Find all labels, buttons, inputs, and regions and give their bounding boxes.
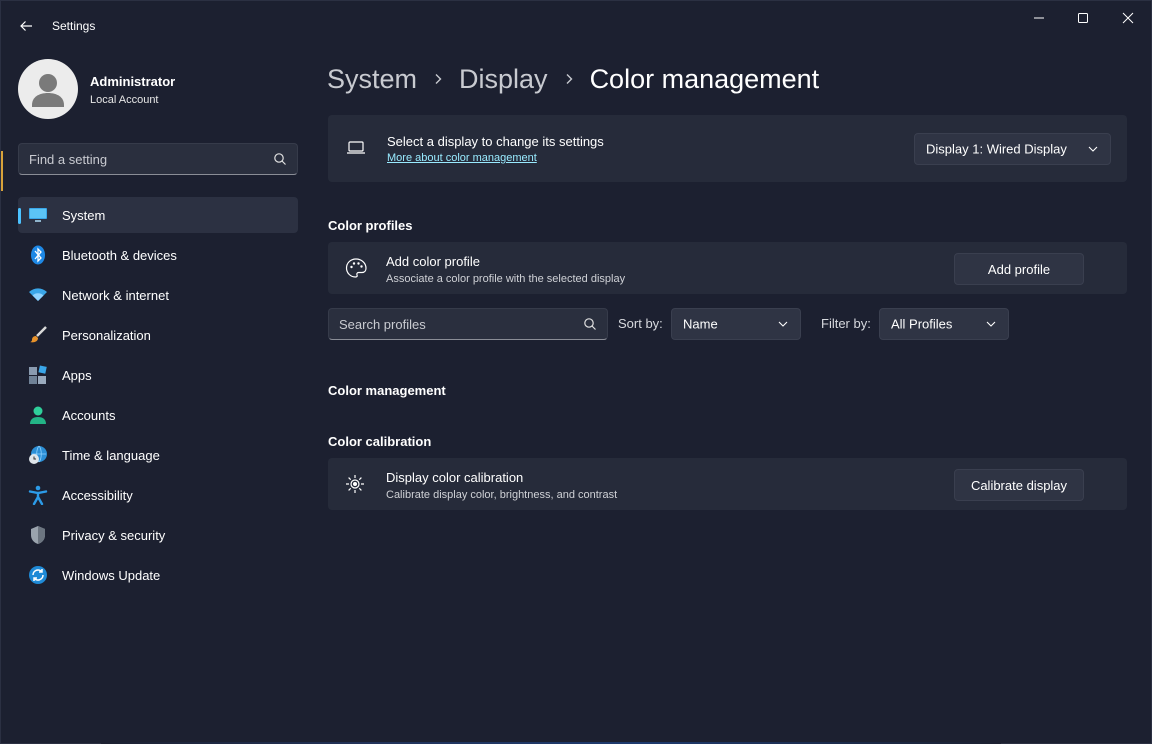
sidebar-item-bluetooth[interactable]: Bluetooth & devices	[18, 237, 298, 273]
sidebar-item-personalization[interactable]: Personalization	[18, 317, 298, 353]
sort-by-label: Sort by:	[618, 316, 663, 331]
calibration-title: Display color calibration	[386, 470, 524, 485]
selection-indicator	[18, 208, 21, 224]
sidebar-item-accounts[interactable]: Accounts	[18, 397, 298, 433]
apps-icon	[28, 365, 48, 385]
shield-icon	[28, 525, 48, 545]
sidebar-item-time-language[interactable]: Time & language	[18, 437, 298, 473]
color-management-heading: Color management	[328, 383, 446, 398]
avatar	[18, 59, 78, 119]
window-edge-accent	[1, 151, 3, 191]
sidebar-item-label: Apps	[62, 368, 92, 383]
laptop-icon	[346, 140, 366, 156]
update-icon	[28, 565, 48, 585]
search-icon[interactable]	[273, 152, 287, 171]
sidebar-item-apps[interactable]: Apps	[18, 357, 298, 393]
add-color-profile-subtitle: Associate a color profile with the selec…	[386, 273, 626, 285]
filter-dropdown-value: All Profiles	[891, 316, 953, 332]
brush-icon	[28, 325, 48, 345]
display-select-title: Select a display to change its settings	[387, 134, 604, 149]
title-bar: Settings	[1, 1, 1151, 49]
user-profile[interactable]: Administrator Local Account	[18, 59, 298, 119]
maximize-button[interactable]	[1060, 1, 1106, 35]
color-calibration-card: Display color calibration Calibrate disp…	[328, 458, 1127, 510]
breadcrumb-display[interactable]: Display	[459, 64, 548, 95]
color-management-link[interactable]: More about color management	[387, 152, 537, 164]
sort-dropdown[interactable]: Name	[671, 308, 801, 340]
bluetooth-icon	[28, 245, 48, 265]
sidebar-nav: System Bluetooth & devices Network & int…	[18, 197, 298, 597]
palette-icon	[345, 258, 367, 278]
sidebar-item-network[interactable]: Network & internet	[18, 277, 298, 313]
add-color-profile-card: Add color profile Associate a color prof…	[328, 242, 1127, 294]
sidebar-item-label: Accounts	[62, 408, 116, 423]
globe-clock-icon	[28, 445, 48, 465]
calibration-subtitle: Calibrate display color, brightness, and…	[386, 489, 618, 501]
accessibility-icon	[28, 485, 48, 505]
display-dropdown-value: Display 1: Wired Display	[926, 141, 1067, 157]
close-button[interactable]	[1105, 1, 1151, 35]
minimize-icon	[1034, 17, 1044, 19]
user-avatar-icon	[32, 74, 64, 107]
search-profiles-input[interactable]	[329, 309, 579, 339]
person-icon	[28, 405, 48, 425]
user-name: Administrator	[90, 74, 176, 89]
chevron-down-icon	[778, 321, 788, 327]
close-icon	[1122, 12, 1134, 24]
settings-window: Settings Administrator Local Account Fin…	[0, 0, 1152, 744]
sidebar-item-label: Time & language	[62, 448, 160, 463]
breadcrumb-system[interactable]: System	[327, 64, 417, 95]
sidebar-item-label: Bluetooth & devices	[62, 248, 177, 263]
calibrate-display-button[interactable]: Calibrate display	[954, 469, 1084, 501]
page-title: Color management	[589, 63, 820, 94]
chevron-right-icon	[433, 73, 443, 85]
chevron-down-icon	[1088, 146, 1098, 152]
user-account-type: Local Account	[90, 94, 159, 106]
color-profiles-heading: Color profiles	[328, 218, 413, 233]
brightness-icon	[345, 474, 365, 494]
sidebar-item-windows-update[interactable]: Windows Update	[18, 557, 298, 593]
sidebar-item-label: Network & internet	[62, 288, 169, 303]
sidebar-item-label: Privacy & security	[62, 528, 166, 543]
color-calibration-heading: Color calibration	[328, 434, 432, 449]
sidebar-item-accessibility[interactable]: Accessibility	[18, 477, 298, 513]
add-color-profile-title: Add color profile	[386, 254, 480, 269]
sort-dropdown-value: Name	[683, 316, 718, 332]
find-setting-box	[18, 143, 298, 175]
sidebar-item-label: Windows Update	[62, 568, 161, 583]
sidebar-item-label: System	[62, 208, 106, 223]
chevron-down-icon	[986, 321, 996, 327]
wifi-icon	[28, 285, 48, 305]
find-setting-input[interactable]	[19, 144, 269, 174]
back-button[interactable]	[11, 11, 41, 41]
filter-dropdown[interactable]: All Profiles	[879, 308, 1009, 340]
search-profiles-box	[328, 308, 608, 340]
display-select-card: Select a display to change its settings …	[328, 115, 1127, 182]
monitor-icon	[28, 205, 48, 225]
chevron-right-icon	[564, 73, 574, 85]
add-profile-button[interactable]: Add profile	[954, 253, 1084, 285]
search-icon[interactable]	[583, 317, 597, 336]
sidebar-item-system[interactable]: System	[18, 197, 298, 233]
filter-by-label: Filter by:	[821, 316, 871, 331]
sidebar-item-label: Accessibility	[62, 488, 133, 503]
maximize-icon	[1078, 13, 1088, 23]
breadcrumb: System Display Color management	[327, 59, 819, 99]
app-title: Settings	[52, 19, 96, 33]
display-dropdown[interactable]: Display 1: Wired Display	[914, 133, 1111, 165]
minimize-button[interactable]	[1016, 1, 1062, 35]
back-arrow-icon	[20, 21, 32, 31]
sidebar-item-privacy-security[interactable]: Privacy & security	[18, 517, 298, 553]
sidebar-item-label: Personalization	[62, 328, 151, 343]
